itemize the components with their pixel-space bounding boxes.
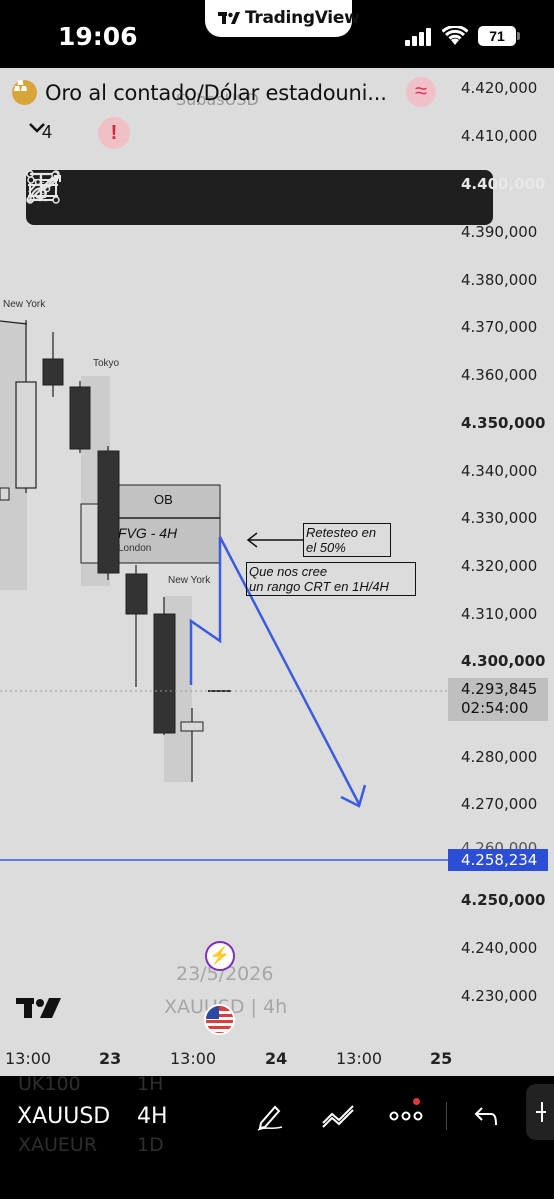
candle [0,487,10,501]
price-tick: 4.250,000 [461,891,546,909]
tradingview-logo-icon [218,10,240,29]
candle [42,358,64,386]
price-tick: 4.350,000 [461,414,546,432]
battery-indicator: 71 [478,26,516,46]
app-pill-label: TradingView [245,8,360,28]
session-label-newyork: New York [3,299,46,310]
time-tick: 13:00 [5,1049,52,1068]
picker-ghost-timeframe-below: 1D [137,1134,164,1156]
price-tick: 4.340,000 [461,462,538,480]
candle [15,381,37,489]
picker-ghost-symbol-above: UK100 [18,1073,81,1095]
horizontal-ray-icon[interactable] [27,170,330,225]
rectangle-icon[interactable] [26,170,222,225]
price-tick: 4.240,000 [461,939,538,957]
price-tick: 4.280,000 [461,748,538,766]
price-tick: 4.410,000 [461,127,538,145]
status-time: 19:06 [58,22,138,51]
candle [180,721,204,732]
battery-tip [517,32,520,40]
more-options-icon[interactable] [386,1096,426,1136]
annotation-crt-line1: Que nos cree [249,564,328,579]
text-icon[interactable] [30,170,384,225]
cellular-signal-icon [405,28,431,46]
price-tick: 4.270,000 [461,795,538,813]
picker-ghost-timeframe-above: 1H [137,1073,164,1095]
price-tick: 4.420,000 [461,79,538,97]
indicators-icon[interactable] [318,1096,358,1136]
price-tick: 4.230,000 [461,987,538,1005]
toolbar-separator [446,1102,447,1130]
candle [125,573,148,615]
bottom-bar: UK100 1H XAUEUR 1D XAUUSD 4H [0,1073,554,1199]
annotation-crt-line2: un rango CRT en 1H/4H [249,579,389,594]
bar-countdown: 02:54:00 [461,699,529,717]
session-label-tokyo: Tokyo [93,358,120,369]
symbol-picker[interactable]: XAUUSD [17,1104,110,1129]
timeframe-picker[interactable]: 4H [137,1104,168,1129]
price-tick: 4.390,000 [461,223,538,241]
candle [153,613,176,734]
path-icon[interactable] [28,170,438,225]
long-position-icon[interactable]: L [28,170,114,225]
price-tick: 4.380,000 [461,271,538,289]
expand-toolbar-button[interactable] [526,1084,554,1140]
time-tick: 23 [99,1049,122,1068]
warning-icon[interactable]: ! [98,117,130,149]
time-tick: 25 [430,1049,453,1068]
pencil-icon[interactable] [250,1096,290,1136]
price-tick: 4.330,000 [461,509,538,527]
candle [80,503,99,564]
indicator-wave-icon[interactable]: ≈ [406,77,436,107]
candle [97,450,120,574]
status-bar: 19:06 TradingView 71 [0,0,554,68]
short-position-icon[interactable]: S [28,170,168,225]
app-pill[interactable]: TradingView [205,0,360,37]
chart-area[interactable]: OB FVG - 4H New York Tokyo London New Yo… [0,68,554,1076]
symbol-header[interactable]: Oro al contado/Dólar estadouni... [12,80,387,105]
picker-ghost-symbol-below: XAUEUR [18,1134,98,1156]
trend-line-icon[interactable] [27,170,276,225]
session-label-newyork-2: New York [168,575,211,586]
annotation-retest-line1: Retesteo en [306,525,377,540]
ob-label: OB [154,492,173,507]
price-tick: 4.370,000 [461,318,538,336]
time-tick: 13:00 [170,1049,217,1068]
fvg-label: FVG - 4H [118,525,178,541]
session-label-london: London [118,543,152,554]
time-tick: 24 [265,1049,288,1068]
us-flag-icon[interactable] [204,1004,235,1035]
line-price-badge: 4.258,234 [448,849,548,871]
time-tick: 13:00 [336,1049,383,1068]
projection-arrowhead [340,784,367,808]
drawing-toolbar: ⠿ L S [26,170,493,225]
symbol-title: Oro al contado/Dólar estadouni... [45,80,387,105]
candle [69,386,91,450]
price-tick: 4.360,000 [461,366,538,384]
app-screen: 19:06 TradingView 71 OB FVG - 4H New Yor… [0,0,554,1199]
current-price: 4.293,845 [461,680,538,698]
lightning-icon[interactable]: ⚡ [205,941,235,971]
undo-icon[interactable] [465,1096,505,1136]
price-tick: 4.300,000 [461,652,546,670]
current-price-badge: 4.293,845 02:54:00 [448,678,548,721]
wifi-icon [442,26,468,45]
gold-bars-icon [12,80,37,105]
price-tick: 4.400,000 [461,175,546,193]
price-tick: 4.310,000 [461,605,538,623]
price-tick: 4.320,000 [461,557,538,575]
indicator-toggle[interactable]: 4 [28,122,52,143]
notification-dot [413,1098,420,1105]
annotation-retest-line2: el 50% [306,540,346,555]
